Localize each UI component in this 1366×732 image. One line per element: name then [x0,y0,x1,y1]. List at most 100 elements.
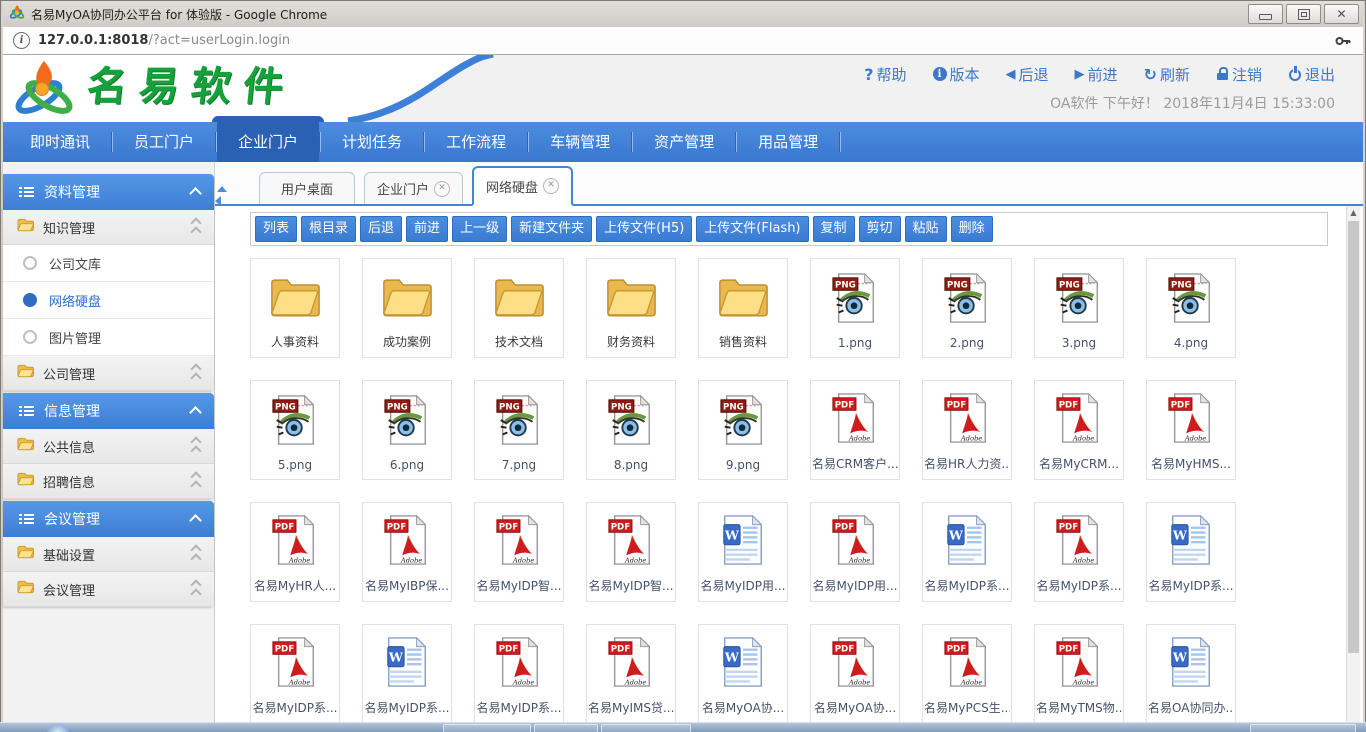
maximize-button[interactable] [1286,4,1321,24]
content-tab[interactable]: 网络硬盘✕ [472,166,573,206]
file-item[interactable]: PDFAdobe名易MyIDP用... [810,502,900,602]
file-item[interactable]: PNG5.png [250,380,340,480]
file-item[interactable]: PDFAdobe名易MyIDP智... [586,502,676,602]
content-tab[interactable]: 企业门户✕ [364,172,463,204]
header-link-forward[interactable]: ▶前进 [1075,64,1118,85]
file-item[interactable]: PNG4.png [1146,258,1236,358]
toolbar-button[interactable]: 剪切 [859,216,901,242]
folder-item[interactable]: 成功案例 [362,258,452,358]
site-info-icon[interactable]: i [13,32,30,49]
nav-item-8[interactable]: 用品管理 [737,122,839,162]
header-link-refresh[interactable]: ↻刷新 [1144,64,1190,85]
sidebar-leaf-item[interactable]: 公司文库 [3,245,214,282]
sidebar-item[interactable]: 招聘信息 [3,464,214,499]
toolbar-button[interactable]: 删除 [951,216,993,242]
file-item[interactable]: PDFAdobe名易MyIBP保... [362,502,452,602]
minimize-button[interactable] [1248,4,1283,24]
folder-item[interactable]: 财务资料 [586,258,676,358]
file-item[interactable]: W名易OA协同办... [1146,624,1236,724]
toolbar-button[interactable]: 复制 [813,216,855,242]
header-link-info[interactable]: i版本 [933,64,980,85]
sidebar-item[interactable]: 会议管理 [3,572,214,607]
file-item[interactable]: PNG1.png [810,258,900,358]
sidebar-leaf-item[interactable]: 图片管理 [3,319,214,356]
file-item[interactable]: PNG8.png [586,380,676,480]
scrollbar[interactable]: ▲ [1346,206,1360,725]
sidebar-section-header[interactable]: 资料管理 [3,174,214,210]
toolbar-button[interactable]: 上传文件(H5) [596,216,692,242]
nav-item-4[interactable]: 计划任务 [321,122,423,162]
scroll-up-arrow[interactable]: ▲ [1347,206,1360,220]
start-orb-icon[interactable] [46,724,70,732]
close-button[interactable]: ✕ [1324,4,1359,24]
toolbar-button[interactable]: 粘贴 [905,216,947,242]
toolbar-button[interactable]: 后退 [360,216,402,242]
folder-item[interactable]: 人事资料 [250,258,340,358]
sidebar-item[interactable]: 公共信息 [3,429,214,464]
file-item[interactable]: PNG6.png [362,380,452,480]
taskbar-button[interactable] [1250,724,1356,732]
sidebar-section-header[interactable]: 信息管理 [3,393,214,429]
toolbar-button[interactable]: 上一级 [452,216,507,242]
file-item[interactable]: W名易MyIDP系... [922,502,1012,602]
file-item[interactable]: PNG3.png [1034,258,1124,358]
nav-item-1[interactable]: 即时通讯 [9,122,111,162]
file-item[interactable]: PDFAdobe名易MyIMS贷... [586,624,676,724]
nav-item-6[interactable]: 车辆管理 [529,122,631,162]
header-link-power[interactable]: 退出 [1288,64,1335,85]
file-item[interactable]: PDFAdobe名易MyIDP系... [474,624,564,724]
file-item[interactable]: PDFAdobe名易MyOA协... [810,624,900,724]
header-link-help[interactable]: ?帮助 [864,64,906,85]
title-bar[interactable]: 名易MyOA协同办公平台 for 体验版 - Google Chrome ✕ [3,1,1363,27]
address-bar[interactable]: i 127.0.0.1:8018/?act=userLogin.login [3,27,1363,55]
content-tab[interactable]: 用户桌面 [259,172,355,204]
nav-item-2[interactable]: 员工门户 [113,122,215,162]
file-item[interactable]: PDFAdobe名易MyHMS... [1146,380,1236,480]
sidebar-item[interactable]: 公司管理 [3,356,214,391]
file-item[interactable]: PDFAdobe名易HR人力资... [922,380,1012,480]
nav-item-7[interactable]: 资产管理 [633,122,735,162]
file-item[interactable]: PDFAdobe名易MyIDP系... [250,624,340,724]
toolbar-button[interactable]: 上传文件(Flash) [696,216,808,242]
file-item[interactable]: PDFAdobe名易MyPCS生... [922,624,1012,724]
file-item[interactable]: PDFAdobe名易MyTMS物... [1034,624,1124,724]
file-item[interactable]: PDFAdobe名易MyIDP系... [1034,502,1124,602]
tab-close-icon[interactable]: ✕ [434,181,450,197]
key-icon[interactable] [1335,33,1351,52]
sidebar-item[interactable]: 知识管理 [3,210,214,245]
file-item[interactable]: PNG7.png [474,380,564,480]
scroll-thumb[interactable] [1348,221,1359,653]
nav-item-5[interactable]: 工作流程 [425,122,527,162]
sidebar-section-header[interactable]: 会议管理 [3,501,214,537]
toolbar-button[interactable]: 列表 [255,216,297,242]
folder-item[interactable]: 销售资料 [698,258,788,358]
header-link-back[interactable]: ◀后退 [1006,64,1049,85]
collapse-left-icon[interactable] [215,196,221,206]
file-item[interactable]: PDFAdobe名易CRM客户... [810,380,900,480]
collapse-up-icon[interactable] [217,186,227,192]
taskbar-button[interactable] [443,724,531,732]
tab-close-icon[interactable]: ✕ [543,178,559,194]
folder-item[interactable]: 技术文档 [474,258,564,358]
file-item[interactable]: W名易MyIDP系... [1146,502,1236,602]
toolbar-button[interactable]: 新建文件夹 [511,216,592,242]
windows-taskbar[interactable] [0,722,1366,732]
taskbar-button[interactable] [534,724,598,732]
sidebar-collapse-control[interactable] [217,186,227,206]
taskbar-button[interactable] [601,724,691,732]
file-item[interactable]: W名易MyIDP系... [362,624,452,724]
toolbar-button[interactable]: 前进 [406,216,448,242]
toolbar-button[interactable]: 根目录 [301,216,356,242]
file-item[interactable]: W名易MyIDP用... [698,502,788,602]
sidebar-leaf-item[interactable]: 网络硬盘 [3,282,214,319]
header-link-lock[interactable]: 注销 [1216,64,1262,85]
file-item[interactable]: PDFAdobe名易MyHR人... [250,502,340,602]
file-item[interactable]: PDFAdobe名易MyCRM... [1034,380,1124,480]
nav-item-3[interactable]: 企业门户 [217,122,319,162]
sidebar-item[interactable]: 基础设置 [3,537,214,572]
file-item[interactable]: W名易MyOA协... [698,624,788,724]
url-text[interactable]: 127.0.0.1:8018/?act=userLogin.login [38,33,290,48]
file-item[interactable]: PDFAdobe名易MyIDP智... [474,502,564,602]
file-item[interactable]: PNG9.png [698,380,788,480]
file-item[interactable]: PNG2.png [922,258,1012,358]
